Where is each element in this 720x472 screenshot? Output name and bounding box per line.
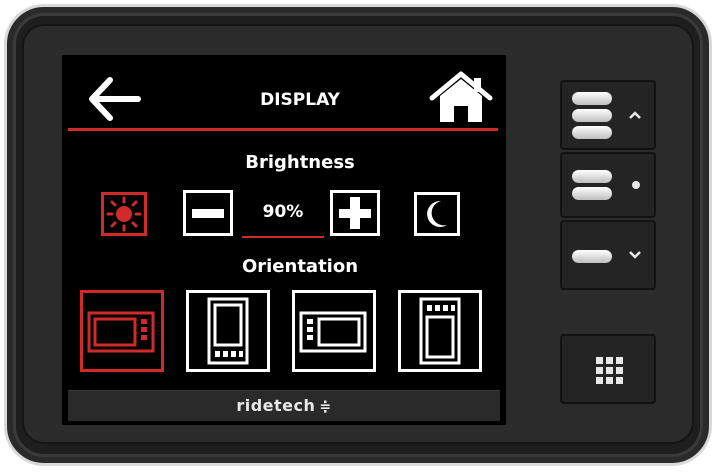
header-divider bbox=[68, 128, 498, 131]
orientation-option-landscape-left[interactable] bbox=[292, 290, 376, 372]
portrait-buttons-bottom-icon bbox=[207, 297, 249, 365]
home-button[interactable] bbox=[428, 70, 494, 126]
arrow-left-icon bbox=[89, 77, 141, 121]
pill-indicator bbox=[572, 170, 612, 183]
landscape-buttons-left-icon bbox=[299, 311, 367, 353]
chevron-up-icon bbox=[629, 111, 641, 119]
pill-indicator bbox=[572, 92, 612, 105]
back-button[interactable] bbox=[84, 74, 144, 124]
page-title: DISPLAY bbox=[260, 90, 340, 110]
orientation-option-landscape-right[interactable] bbox=[80, 290, 164, 372]
day-mode-button[interactable] bbox=[101, 192, 147, 236]
menu-button[interactable] bbox=[560, 334, 656, 404]
preset-down-button[interactable] bbox=[560, 220, 656, 290]
portrait-buttons-top-icon bbox=[419, 297, 461, 365]
pill-indicator bbox=[572, 187, 612, 200]
orientation-option-portrait-bottom[interactable] bbox=[186, 290, 270, 372]
orientation-label: Orientation bbox=[241, 256, 359, 277]
brightness-decrease-button[interactable] bbox=[183, 190, 233, 236]
pill-indicator bbox=[572, 109, 612, 122]
brightness-increase-button[interactable] bbox=[330, 190, 380, 236]
brand-name: ridetech bbox=[236, 396, 316, 415]
brightness-value-underline bbox=[242, 236, 324, 238]
minus-icon bbox=[192, 209, 224, 218]
brightness-value: 90% bbox=[262, 202, 304, 222]
orientation-option-portrait-top[interactable] bbox=[398, 290, 482, 372]
plus-icon bbox=[333, 193, 377, 233]
grid-icon bbox=[596, 357, 623, 384]
home-icon bbox=[429, 71, 493, 122]
landscape-buttons-right-icon bbox=[87, 311, 155, 353]
brand-mark-icon: ≑ bbox=[319, 398, 332, 415]
pill-indicator bbox=[572, 126, 612, 139]
pill-indicator bbox=[572, 250, 612, 263]
dot-icon bbox=[632, 181, 640, 189]
preset-up-button[interactable] bbox=[560, 80, 656, 150]
moon-icon bbox=[427, 200, 447, 227]
chevron-down-icon bbox=[629, 251, 641, 259]
preset-select-button[interactable] bbox=[560, 152, 656, 218]
night-mode-button[interactable] bbox=[414, 192, 460, 236]
screen-footer: ridetech ≑ bbox=[68, 390, 500, 421]
brightness-label: Brightness bbox=[245, 152, 355, 173]
sun-icon bbox=[106, 196, 142, 232]
brand-logo: ridetech ≑ bbox=[68, 396, 500, 415]
